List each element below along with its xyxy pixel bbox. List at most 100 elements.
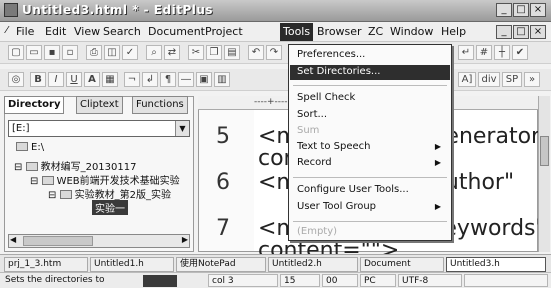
doc-minimize-button[interactable]: _ — [496, 25, 512, 39]
menu-zc[interactable]: ZC — [368, 25, 383, 38]
print-icon[interactable]: ⎙ — [86, 45, 102, 60]
save-icon[interactable]: ▪ — [44, 45, 60, 60]
scroll-right-icon[interactable]: ▶ — [182, 235, 188, 244]
chevron-down-icon[interactable]: ▼ — [175, 121, 189, 136]
paste-icon[interactable]: ▤ — [224, 45, 240, 60]
menu-item-configure-user-tools[interactable]: Configure User Tools... — [297, 184, 409, 195]
image-icon[interactable]: ▣ — [196, 72, 212, 87]
status-line-ending: PC — [360, 274, 396, 287]
collapse-icon[interactable]: ⊟ — [48, 190, 56, 201]
span-button[interactable]: SP — [502, 72, 522, 87]
copy-icon[interactable]: ❐ — [206, 45, 222, 60]
word-wrap-icon[interactable]: ↵ — [458, 45, 474, 60]
hr-icon[interactable]: ― — [178, 72, 194, 87]
menu-help[interactable]: Help — [441, 25, 466, 38]
scroll-left-icon[interactable]: ◀ — [10, 235, 16, 244]
browser-icon[interactable]: ◎ — [8, 72, 24, 87]
collapse-icon[interactable]: ⊟ — [30, 176, 38, 187]
file-tab[interactable]: 使用NotePad — [176, 257, 266, 272]
check-icon[interactable]: ✔ — [512, 45, 528, 60]
drive-select[interactable]: [E:] ▼ — [8, 120, 190, 137]
folder-icon — [25, 162, 38, 171]
replace-icon[interactable]: ⇄ — [164, 45, 180, 60]
menu-view[interactable]: View — [74, 25, 100, 38]
menu-item-sum: Sum — [297, 125, 320, 136]
menu-separator — [293, 85, 447, 86]
print-preview-icon[interactable]: ◫ — [104, 45, 120, 60]
drive-icon — [16, 142, 28, 151]
break-icon[interactable]: ↲ — [142, 72, 158, 87]
menu-item-preferences[interactable]: Preferences... — [297, 49, 365, 60]
menu-item-user-tool-group[interactable]: User Tool Group ▶ — [297, 201, 447, 212]
editor-scrollbar[interactable] — [538, 96, 550, 252]
file-tab[interactable]: Untitled1.h — [90, 257, 174, 272]
find-icon[interactable]: ⌕ — [146, 45, 162, 60]
menu-window[interactable]: Window — [390, 25, 433, 38]
file-tabs: prj_1_3.htm Untitled1.h 使用NotePad Untitl… — [0, 254, 551, 272]
menu-item-text-to-speech[interactable]: Text to Speech ▶ — [297, 141, 447, 152]
menu-edit[interactable]: Edit — [45, 25, 66, 38]
menu-bar: ⁄ File Edit View Search Document Project… — [0, 22, 551, 42]
file-tab[interactable]: prj_1_3.htm — [4, 257, 88, 272]
new-file-icon[interactable]: ▢ — [8, 45, 24, 60]
menu-document[interactable]: Document — [148, 25, 205, 38]
doc-restore-button[interactable]: □ — [513, 25, 529, 39]
menu-item-set-directories[interactable]: Set Directories... — [290, 65, 450, 80]
close-button[interactable]: × — [530, 3, 546, 17]
minimize-button[interactable]: _ — [496, 3, 512, 17]
menu-grip-icon: ⁄ — [6, 25, 8, 36]
app-icon — [4, 3, 18, 17]
maximize-button[interactable]: □ — [513, 3, 529, 17]
tab-functions[interactable]: Functions — [132, 96, 188, 114]
tree-item[interactable]: ⊟ 实验教材_第2版_实验 — [48, 186, 171, 201]
ruler-icon[interactable]: ┼ — [494, 45, 510, 60]
collapse-icon[interactable]: ⊟ — [14, 162, 22, 173]
tree-item[interactable]: E:\ — [16, 142, 44, 153]
scroll-thumb[interactable] — [23, 236, 93, 246]
more-icon[interactable]: » — [524, 72, 540, 87]
tab-cliptext[interactable]: Cliptext — [76, 96, 123, 114]
anchor-button[interactable]: A] — [458, 72, 476, 87]
open-file-icon[interactable]: ▭ — [26, 45, 42, 60]
doc-close-button[interactable]: × — [530, 25, 546, 39]
spell-icon[interactable]: ✓ — [122, 45, 138, 60]
undo-icon[interactable]: ↶ — [248, 45, 264, 60]
underline-button[interactable]: U — [66, 72, 82, 87]
file-tab-active[interactable]: Untitled3.h — [446, 257, 546, 272]
save-all-icon[interactable]: ▫ — [62, 45, 78, 60]
bold-button[interactable]: B — [30, 72, 46, 87]
menu-file[interactable]: File — [16, 25, 34, 38]
sidebar-scrollbar[interactable]: ◀ ▶ — [8, 234, 190, 248]
file-tab[interactable]: Untitled2.h — [268, 257, 358, 272]
menu-item-sort[interactable]: Sort... — [297, 109, 327, 120]
menu-tools[interactable]: Tools — [280, 23, 314, 41]
nbsp-icon[interactable]: ¬ — [124, 72, 140, 87]
menu-item-record[interactable]: Record ▶ — [297, 157, 447, 168]
menu-project[interactable]: Project — [205, 25, 243, 38]
submenu-arrow-icon: ▶ — [434, 202, 441, 211]
font-button[interactable]: A — [84, 72, 100, 87]
line-number-icon[interactable]: # — [476, 45, 492, 60]
window-title: Untitled3.html * - EditPlus — [22, 3, 214, 17]
status-extra — [464, 274, 548, 287]
menu-browser[interactable]: Browser — [317, 25, 362, 38]
scroll-thumb[interactable] — [540, 136, 549, 166]
paragraph-icon[interactable]: ¶ — [160, 72, 176, 87]
menu-item-spell-check[interactable]: Spell Check — [297, 92, 355, 103]
folder-icon — [59, 190, 72, 199]
italic-button[interactable]: I — [48, 72, 64, 87]
menu-search[interactable]: Search — [103, 25, 141, 38]
redo-icon[interactable]: ↷ — [266, 45, 282, 60]
table-icon[interactable]: ▥ — [214, 72, 230, 87]
tools-menu: Preferences... Set Directories... Spell … — [288, 44, 452, 241]
cut-icon[interactable]: ✂ — [188, 45, 204, 60]
menu-separator — [293, 177, 447, 178]
tab-directory[interactable]: Directory — [4, 96, 65, 114]
tree-item-selected[interactable]: 实验一 — [92, 200, 128, 215]
standard-toolbar: ▢ ▭ ▪ ▫ ⎙ ◫ ✓ ⌕ ⇄ ✂ ❐ ▤ ↶ ↷ ↵ # ┼ ✔ — [0, 42, 551, 64]
tree-item[interactable]: ⊟ 教材编写_20130117 — [14, 158, 136, 173]
color-icon[interactable]: ▦ — [102, 72, 118, 87]
file-tab[interactable]: Document — [360, 257, 444, 272]
div-button[interactable]: div — [478, 72, 500, 87]
tree-item[interactable]: ⊟ WEB前端开发技术基础实验 — [30, 172, 180, 187]
